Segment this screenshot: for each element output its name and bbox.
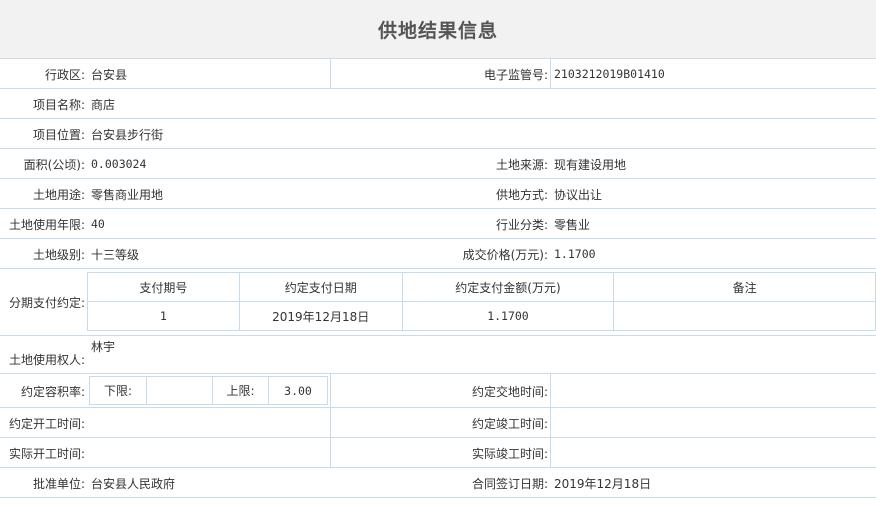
land-user-value: 林宇: [91, 340, 116, 354]
row-agreed-times: 约定开工时间: 约定竣工时间:: [0, 408, 876, 438]
row-approver: 批准单位: 台安县人民政府 合同签订日期: 2019年12月18日: [0, 468, 876, 498]
row-district: 行政区: 台安县 电子监管号: 2103212019B01410: [0, 59, 876, 89]
price-label: 成交价格(万元):: [462, 247, 548, 262]
price-value: 1.1700: [554, 247, 596, 261]
row-project-name: 项目名称: 商店: [0, 89, 876, 119]
land-user-label: 土地使用权人:: [8, 352, 85, 367]
far-label: 约定容积率:: [20, 384, 85, 399]
start-agreed-value: [87, 408, 330, 438]
row-project-location: 项目位置: 台安县步行街: [0, 119, 876, 149]
installment-header: 备注: [613, 272, 876, 302]
area-value: 0.003024: [91, 157, 147, 171]
installment-header: 约定支付金额(万元): [401, 272, 615, 302]
district-value: 台安县: [91, 67, 128, 82]
project-location-value: 台安县步行街: [91, 127, 164, 142]
installment-row: 1 2019年12月18日 1.1700: [87, 301, 876, 331]
approver-label: 批准单位:: [32, 476, 85, 491]
area-label: 面积(公顷):: [23, 157, 85, 172]
land-grade-value: 十三等级: [91, 247, 140, 262]
far-lower-value: [146, 376, 213, 405]
supervision-label: 电子监管号:: [483, 67, 548, 82]
industry-value: 零售业: [554, 217, 591, 232]
start-agreed-label: 约定开工时间:: [8, 416, 85, 431]
far-lower-label: 下限:: [89, 376, 147, 405]
finish-actual-value: [550, 438, 876, 468]
land-use-value: 零售商业用地: [91, 187, 164, 202]
start-actual-value: [87, 438, 330, 468]
far-upper-value: 3.00: [268, 376, 328, 405]
far-box: 下限: 上限: 3.00: [89, 376, 328, 405]
far-upper-label: 上限:: [212, 376, 269, 405]
supply-method-value: 协议出让: [554, 187, 603, 202]
delivery-time-value: [550, 374, 876, 408]
installment-period: 1: [87, 301, 240, 331]
installment-note: [613, 301, 876, 331]
row-actual-times: 实际开工时间: 实际竣工时间:: [0, 438, 876, 468]
finish-agreed-value: [550, 408, 876, 438]
row-use-years: 土地使用年限: 40 行业分类: 零售业: [0, 209, 876, 239]
project-location-label: 项目位置:: [32, 127, 85, 142]
district-label: 行政区:: [44, 67, 85, 82]
installment-label: 分期支付约定:: [8, 296, 85, 310]
finish-actual-label: 实际竣工时间:: [471, 446, 548, 461]
land-source-value: 现有建设用地: [554, 157, 627, 172]
installment-header: 约定支付日期: [238, 272, 403, 302]
row-land-user: 土地使用权人: 林宇: [0, 336, 876, 374]
installment-header-row: 支付期号 约定支付日期 约定支付金额(万元) 备注: [87, 272, 876, 302]
finish-agreed-label: 约定竣工时间:: [471, 416, 548, 431]
start-actual-label: 实际开工时间:: [8, 446, 85, 461]
supply-method-label: 供地方式:: [495, 187, 548, 202]
installment-date: 2019年12月18日: [238, 301, 403, 331]
use-years-label: 土地使用年限:: [8, 217, 85, 232]
use-years-value: 40: [91, 217, 105, 231]
approver-value: 台安县人民政府: [91, 476, 176, 491]
land-grade-label: 土地级别:: [32, 247, 85, 262]
installment-header: 支付期号: [87, 272, 240, 302]
land-use-label: 土地用途:: [32, 187, 85, 202]
row-far: 约定容积率: 下限: 上限: 3.00 约定交地时间:: [0, 374, 876, 408]
project-name-label: 项目名称:: [32, 97, 85, 112]
supervision-value: 2103212019B01410: [554, 67, 665, 81]
page-title: 供地结果信息: [377, 19, 498, 42]
industry-label: 行业分类:: [495, 217, 548, 232]
installment-amount: 1.1700: [401, 301, 615, 331]
row-land-grade: 土地级别: 十三等级 成交价格(万元): 1.1700: [0, 239, 876, 269]
row-installment: 分期支付约定: 支付期号 约定支付日期 约定支付金额(万元) 备注 1 2019…: [0, 269, 876, 336]
contract-date-value: 2019年12月18日: [554, 476, 652, 491]
project-name-value: 商店: [91, 97, 116, 112]
installment-table: 支付期号 约定支付日期 约定支付金额(万元) 备注 1 2019年12月18日 …: [87, 272, 876, 331]
row-land-use: 土地用途: 零售商业用地 供地方式: 协议出让: [0, 179, 876, 209]
delivery-time-label: 约定交地时间:: [471, 384, 548, 399]
contract-date-label: 合同签订日期:: [471, 476, 548, 491]
row-area: 面积(公顷): 0.003024 土地来源: 现有建设用地: [0, 149, 876, 179]
page-header: 供地结果信息: [0, 0, 876, 59]
land-source-label: 土地来源:: [495, 157, 548, 172]
